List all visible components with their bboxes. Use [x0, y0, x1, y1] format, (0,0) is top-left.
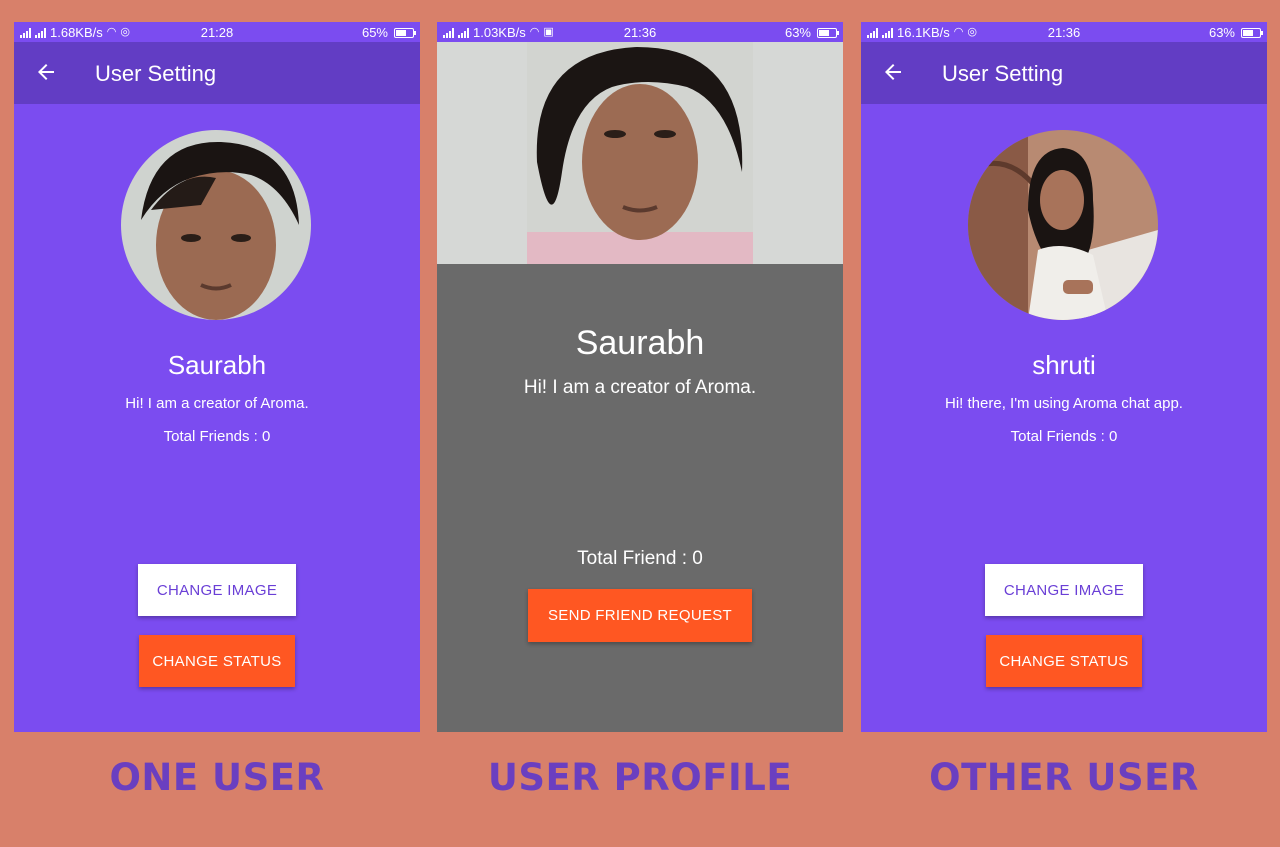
- caption-user-profile: USER PROFILE: [487, 756, 793, 799]
- user-status: Hi! I am a creator of Aroma.: [523, 377, 757, 398]
- back-arrow-icon[interactable]: [881, 60, 905, 84]
- change-status-button[interactable]: CHANGE STATUS: [986, 635, 1142, 687]
- status-bar: 1.68KB/s ◠ ◎ 21:28 65%: [14, 22, 420, 42]
- profile-photo: [121, 130, 311, 320]
- profile-cover: [437, 42, 843, 264]
- user-name: Saurabh: [167, 350, 267, 380]
- user-name: shruti: [1032, 350, 1096, 380]
- app-bar: User Setting: [861, 42, 1267, 104]
- other-user-screen: 16.1KB/s ◠ ◎ 21:36 63% User Setting shru…: [861, 22, 1267, 732]
- caption-other-user: OTHER USER: [929, 756, 1199, 799]
- caption-one-user: ONE USER: [109, 756, 325, 799]
- battery-percent: 65%: [361, 25, 388, 40]
- clock: 21:36: [1047, 25, 1081, 40]
- battery-icon: [394, 27, 416, 38]
- profile-photo: [527, 42, 753, 264]
- battery-icon: [817, 27, 839, 38]
- change-status-button[interactable]: CHANGE STATUS: [139, 635, 295, 687]
- page-title: User Setting: [942, 61, 1064, 86]
- battery-percent: 63%: [784, 25, 811, 40]
- user-profile-screen: 1.03KB/s ◠ ▣ 21:36 63% Saurabh Hi! I am …: [437, 22, 843, 732]
- battery-icon: [1241, 27, 1263, 38]
- change-image-button[interactable]: CHANGE IMAGE: [138, 564, 296, 616]
- page-title: User Setting: [95, 61, 217, 86]
- battery-percent: 63%: [1208, 25, 1235, 40]
- clock: 21:28: [200, 25, 234, 40]
- back-arrow-icon[interactable]: [34, 60, 58, 84]
- friends-count: Total Friends : 0: [163, 428, 271, 445]
- profile-avatar: [968, 130, 1158, 320]
- app-bar: User Setting: [14, 42, 420, 104]
- user-status: Hi! there, I'm using Aroma chat app.: [945, 395, 1183, 412]
- user-name: Saurabh: [575, 324, 705, 362]
- profile-avatar: [121, 130, 311, 320]
- friends-count: Total Friend : 0: [577, 548, 703, 569]
- status-bar: 16.1KB/s ◠ ◎ 21:36 63%: [861, 22, 1267, 42]
- user-status: Hi! I am a creator of Aroma.: [125, 395, 309, 412]
- clock: 21:36: [623, 25, 657, 40]
- change-image-button[interactable]: CHANGE IMAGE: [985, 564, 1143, 616]
- send-friend-request-button[interactable]: SEND FRIEND REQUEST: [528, 589, 752, 642]
- one-user-screen: 1.68KB/s ◠ ◎ 21:28 65% User Setting Saur…: [14, 22, 420, 732]
- profile-photo: [968, 130, 1158, 320]
- friends-count: Total Friends : 0: [1010, 428, 1118, 445]
- status-bar: 1.03KB/s ◠ ▣ 21:36 63%: [437, 22, 843, 42]
